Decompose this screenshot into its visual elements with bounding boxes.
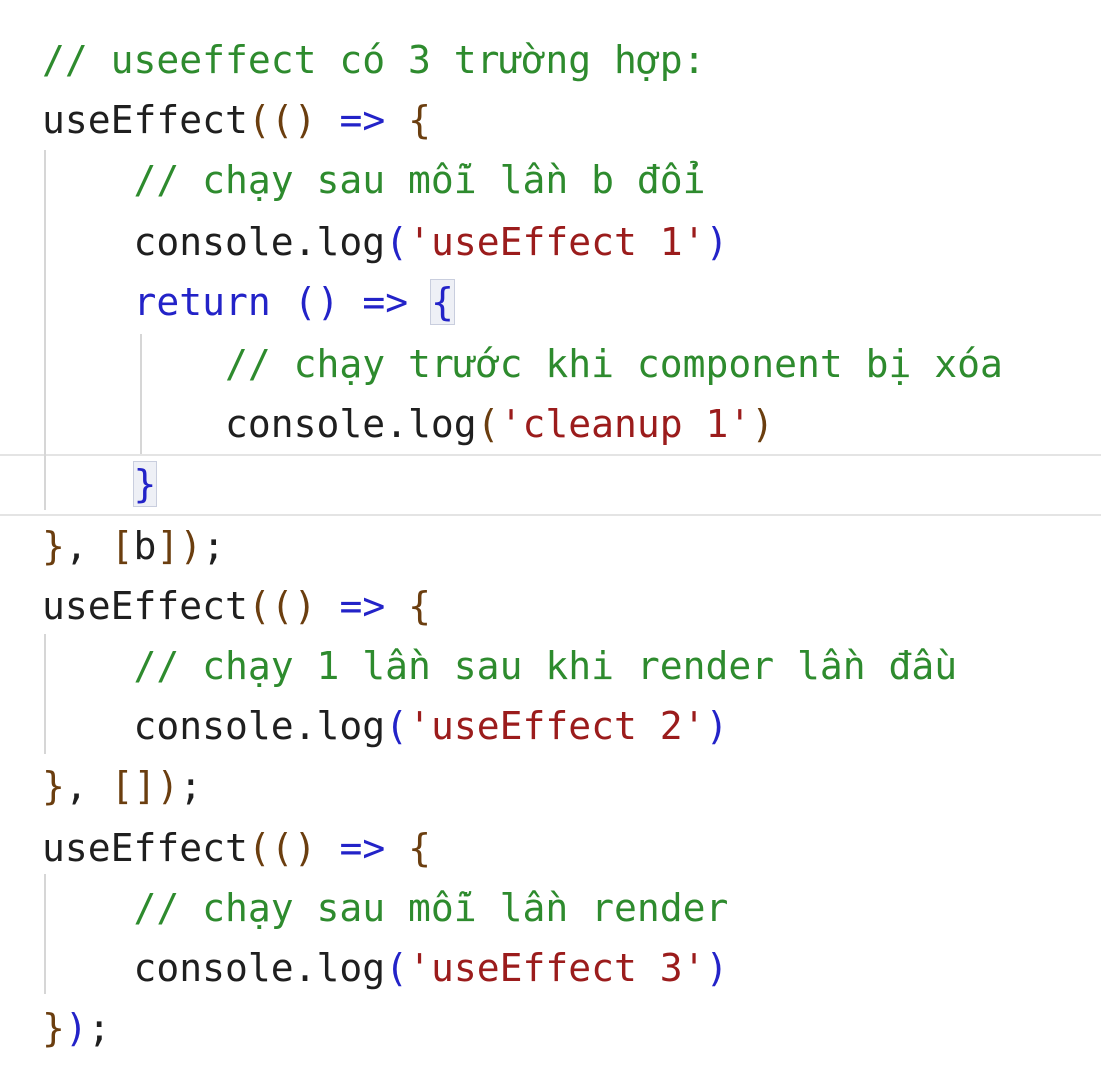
code-line[interactable]: }, []); xyxy=(42,756,202,816)
code-token: useEffect xyxy=(42,98,248,142)
code-token: return xyxy=(133,280,271,324)
code-token: console.log xyxy=(42,220,386,264)
code-token: ) xyxy=(179,524,203,568)
code-line[interactable]: console.log('useEffect 2') xyxy=(42,696,729,756)
code-line[interactable]: useEffect(() => { xyxy=(42,818,431,878)
code-line[interactable]: // useeffect có 3 trường hợp: xyxy=(42,30,705,90)
code-token: => xyxy=(339,98,386,142)
code-token: } xyxy=(42,1006,65,1050)
code-token: [ xyxy=(110,524,134,568)
code-token: // chạy sau mỗi lần render xyxy=(133,886,729,930)
code-token: () xyxy=(293,280,340,324)
code-token: console.log xyxy=(42,704,386,748)
code-line[interactable]: console.log('useEffect 1') xyxy=(42,212,729,272)
current-line-highlight xyxy=(0,454,1101,516)
code-line[interactable]: // chạy sau mỗi lần b đổi xyxy=(42,150,706,210)
code-token: ) xyxy=(156,764,180,808)
code-token: { xyxy=(408,826,431,870)
code-line[interactable]: useEffect(() => { xyxy=(42,90,431,150)
code-token: 'useEffect 3' xyxy=(408,946,706,990)
code-token: => xyxy=(339,826,386,870)
code-token: => xyxy=(339,280,431,324)
code-line[interactable]: // chạy trước khi component bị xóa xyxy=(42,334,1003,394)
code-token: ( xyxy=(385,946,409,990)
code-token: // useeffect có 3 trường hợp: xyxy=(42,38,706,82)
code-token: useEffect xyxy=(42,584,248,628)
code-token: // chạy sau mỗi lần b đổi xyxy=(133,158,706,202)
code-token: useEffect xyxy=(42,826,248,870)
code-line[interactable]: console.log('useEffect 3') xyxy=(42,938,729,998)
code-token: => xyxy=(339,584,386,628)
matched-brace: } xyxy=(132,461,158,507)
code-token: ( xyxy=(247,826,271,870)
code-token: () xyxy=(270,98,317,142)
code-line[interactable]: }, [b]); xyxy=(42,516,225,576)
code-token: ( xyxy=(385,220,409,264)
code-token: console.log xyxy=(42,946,386,990)
code-token: } xyxy=(42,764,65,808)
code-editor[interactable]: // useeffect có 3 trường hợp: useEffect((… xyxy=(0,0,1101,1085)
code-token: [] xyxy=(110,764,157,808)
code-token: 'useEffect 1' xyxy=(408,220,706,264)
code-token: ) xyxy=(705,220,729,264)
code-token: ; xyxy=(202,524,226,568)
code-line[interactable]: // chạy 1 lần sau khi render lần đầu xyxy=(42,636,958,696)
code-line[interactable]: } xyxy=(42,454,158,514)
code-line[interactable]: console.log('cleanup 1') xyxy=(42,394,774,454)
code-token: ; xyxy=(87,1006,111,1050)
code-token: , xyxy=(64,524,111,568)
code-token: ) xyxy=(64,1006,88,1050)
code-token: console.log xyxy=(42,402,477,446)
code-line[interactable]: return () => { xyxy=(42,272,455,332)
code-token: , xyxy=(64,764,111,808)
code-line[interactable]: }); xyxy=(42,998,111,1058)
matched-brace: { xyxy=(429,279,455,325)
code-token: ; xyxy=(179,764,203,808)
code-token: ( xyxy=(247,98,271,142)
code-token: ( xyxy=(476,402,500,446)
code-token: 'cleanup 1' xyxy=(499,402,752,446)
code-token: ) xyxy=(751,402,775,446)
code-token: () xyxy=(270,826,317,870)
code-token: b xyxy=(133,524,157,568)
code-token: // chạy trước khi component bị xóa xyxy=(225,342,1003,386)
code-token: ( xyxy=(247,584,271,628)
code-token: 'useEffect 2' xyxy=(408,704,706,748)
code-token: // chạy 1 lần sau khi render lần đầu xyxy=(133,644,958,688)
code-line[interactable]: // chạy sau mỗi lần render xyxy=(42,878,729,938)
code-token: } xyxy=(42,524,65,568)
code-token: ) xyxy=(705,946,729,990)
code-token: ( xyxy=(385,704,409,748)
code-line[interactable]: useEffect(() => { xyxy=(42,576,431,636)
code-token: { xyxy=(408,98,431,142)
code-token: () xyxy=(270,584,317,628)
code-token: ) xyxy=(705,704,729,748)
code-token: ] xyxy=(156,524,180,568)
code-token: { xyxy=(408,584,431,628)
